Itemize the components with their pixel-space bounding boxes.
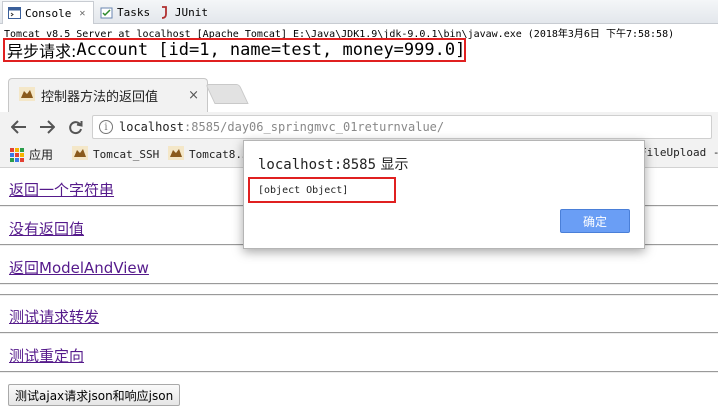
bookmark-label: Tomcat_SSH <box>93 148 160 161</box>
link-return-modelandview[interactable]: 返回ModelAndView <box>9 257 149 278</box>
console-output-line: 异步请求: Account [id=1, name=test, money=99… <box>3 38 466 62</box>
new-tab-button[interactable] <box>205 84 249 104</box>
close-icon[interactable]: ✕ <box>79 8 85 19</box>
url-path: :8585/day06_springmvc_01returnvalue/ <box>184 120 445 134</box>
browser-tab-title: 控制器方法的返回值 <box>41 90 159 105</box>
dialog-message-highlight: [object Object] <box>248 177 396 203</box>
browser-tabbar: 控制器方法的返回值 × <box>0 72 718 112</box>
link-forward[interactable]: 测试请求转发 <box>9 306 99 327</box>
junit-tab[interactable]: JUnit <box>154 1 212 24</box>
apps-grid-icon <box>10 147 24 162</box>
console-tab[interactable]: Console ✕ <box>2 1 94 24</box>
ok-button[interactable]: 确定 <box>560 209 630 233</box>
url-host: localhost <box>119 120 185 134</box>
link-return-string[interactable]: 返回一个字符串 <box>9 179 114 200</box>
bookmark-tomcat-ssh[interactable]: Tomcat_SSH <box>72 146 159 163</box>
dialog-title-suffix: 显示 <box>376 157 409 173</box>
forward-button[interactable] <box>36 117 58 137</box>
ajax-json-button[interactable]: 测试ajax请求json和响应json <box>8 384 181 406</box>
bookmark-apps[interactable]: 应用 <box>10 146 53 163</box>
info-icon[interactable]: i <box>99 120 113 134</box>
back-button[interactable] <box>8 117 30 137</box>
dialog-title-host: localhost:8585 <box>258 157 377 173</box>
dialog-title: localhost:8585 显示 <box>258 154 408 174</box>
arrow-left-icon <box>11 120 26 134</box>
address-url: localhost:8585/day06_springmvc_01returnv… <box>119 120 444 134</box>
console-output-text: Account [id=1, name=test, money=999.0] <box>76 40 466 60</box>
tomcat-favicon-icon <box>19 86 35 105</box>
dialog-message: [object Object] <box>258 184 349 196</box>
bookmark-label: FileUpload - <box>640 146 718 159</box>
bookmark-apps-label: 应用 <box>29 148 54 162</box>
console-tab-label: Console <box>25 6 72 20</box>
bookmark-tomcat85[interactable]: Tomcat8.5 <box>168 146 249 163</box>
tab-close-icon[interactable]: × <box>188 88 199 103</box>
tomcat-favicon-icon <box>72 146 88 163</box>
tasks-tab[interactable]: Tasks <box>96 1 152 24</box>
ide-view-tabbar: Console ✕ Tasks JUnit <box>0 0 718 24</box>
tomcat-favicon-icon <box>168 146 184 163</box>
console-output-prefix: 异步请求: <box>7 42 77 61</box>
divider <box>0 332 718 334</box>
address-bar[interactable]: i localhost:8585/day06_springmvc_01retur… <box>92 115 712 139</box>
link-return-void[interactable]: 没有返回值 <box>9 218 84 239</box>
bookmark-fileupload[interactable]: FileUpload - <box>640 146 718 159</box>
junit-icon <box>158 6 171 20</box>
divider <box>0 371 718 373</box>
browser-toolbar: i localhost:8585/day06_springmvc_01retur… <box>0 112 718 142</box>
reload-icon <box>68 120 82 134</box>
console-icon <box>7 6 21 20</box>
link-redirect[interactable]: 测试重定向 <box>9 345 84 366</box>
tasks-icon <box>100 6 113 20</box>
arrow-right-icon <box>40 120 55 134</box>
reload-button[interactable] <box>64 117 86 137</box>
junit-tab-label: JUnit <box>174 6 208 19</box>
divider <box>0 283 718 285</box>
divider <box>0 294 718 296</box>
browser-tab[interactable]: 控制器方法的返回值 × <box>8 78 208 112</box>
tasks-tab-label: Tasks <box>117 6 151 19</box>
bookmark-label: Tomcat8.5 <box>189 148 249 161</box>
alert-dialog: localhost:8585 显示 [object Object] 确定 <box>243 140 645 249</box>
